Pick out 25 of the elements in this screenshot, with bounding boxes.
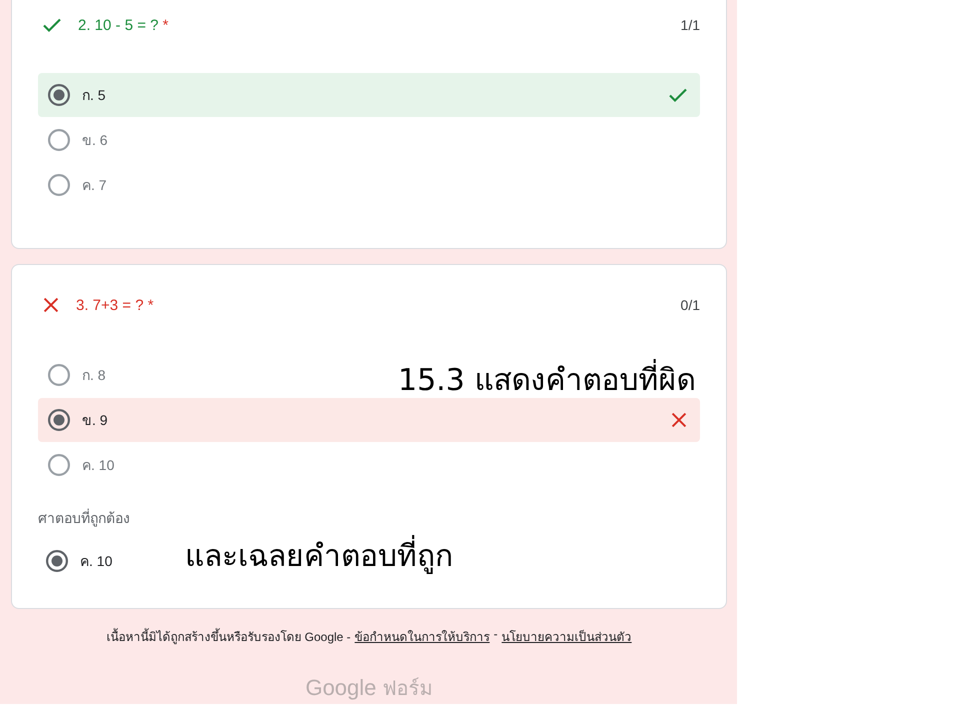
radio-button[interactable] (48, 84, 70, 106)
answer-row[interactable]: ก. 5 (38, 73, 700, 117)
score-label: 1/1 (680, 17, 700, 33)
radio-button[interactable] (46, 550, 68, 572)
question-title: 2. 10 - 5 = ? * (78, 16, 170, 34)
option-row[interactable]: ก. 8 (38, 353, 110, 397)
score-label: 0/1 (680, 297, 700, 313)
correct-answer-row: ค. 10 (38, 539, 116, 583)
privacy-link[interactable]: นโยบายความเป็นส่วนตัว (502, 627, 632, 646)
radio-button[interactable] (48, 129, 70, 151)
forms-logo: Google ฟอร์ม (304, 674, 434, 702)
option-row[interactable]: ค. 10 (38, 443, 118, 487)
disclaimer-text: เนื้อหานี้มิได้ถูกสร้างขึ้นหรือรับรองโดย Google - (106, 627, 351, 646)
terms-link[interactable]: ข้อกำหนดในการให้บริการ (354, 627, 490, 646)
radio-button[interactable] (48, 174, 70, 196)
question-title: 3. 7+3 = ? * (76, 296, 155, 314)
separator-text: - (494, 627, 498, 643)
correct-answer-label: ศาตอบที่ถูกต้อง (38, 508, 131, 529)
answer-row[interactable]: ข. 9 (38, 398, 700, 442)
option-row[interactable]: ค. 7 (38, 163, 111, 207)
annotation-text: และเฉลยคำตอบที่ถูก (185, 532, 453, 579)
radio-button[interactable] (48, 454, 70, 476)
radio-button[interactable] (48, 409, 70, 431)
radio-button[interactable] (48, 364, 70, 386)
option-row[interactable]: ข. 6 (38, 118, 112, 162)
